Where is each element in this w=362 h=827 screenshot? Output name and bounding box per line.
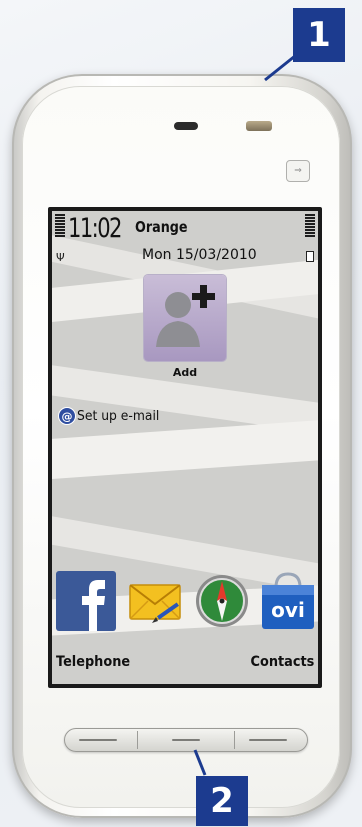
ovi-store-text: ovi (271, 598, 305, 622)
setup-email-shortcut[interactable]: @ Set up e-mail (58, 406, 164, 426)
envelope-icon[interactable] (126, 571, 186, 631)
call-key[interactable] (65, 729, 137, 751)
clock[interactable]: 11:02 (68, 213, 122, 244)
end-call-key[interactable] (235, 729, 307, 751)
setup-email-label: Set up e-mail (77, 408, 160, 424)
hardware-keys (64, 728, 308, 752)
menu-key[interactable] (138, 729, 234, 751)
antenna-icon: Ψ (56, 251, 65, 264)
signal-strength-icon (55, 214, 65, 238)
facebook-icon[interactable] (56, 571, 116, 631)
battery-icon (306, 251, 314, 262)
contacts-softkey[interactable]: Contacts (250, 654, 314, 670)
compass-icon[interactable] (192, 571, 252, 631)
status-bar: Ψ 11:02 Orange Mon 15/03/2010 (52, 211, 318, 271)
telephone-softkey[interactable]: Telephone (56, 654, 130, 670)
home-screen: Ψ 11:02 Orange Mon 15/03/2010 Add @ Set … (52, 211, 318, 684)
add-contact-label: Add (172, 366, 198, 379)
email-at-icon: @ (58, 407, 76, 425)
operator-name: Orange (135, 218, 188, 236)
earpiece (174, 122, 198, 130)
ovi-store-icon[interactable]: ovi (258, 571, 318, 631)
media-key-icon[interactable]: ⇒ (286, 160, 310, 182)
battery-level-icon (305, 214, 315, 238)
proximity-sensor (246, 121, 272, 131)
add-contact-shortcut[interactable]: Add (144, 275, 226, 379)
add-contact-icon (144, 275, 226, 361)
callout-1: 1 (293, 8, 345, 62)
app-shortcut-bar: ovi (52, 571, 318, 635)
wallpaper-stripe (52, 417, 318, 481)
callout-2: 2 (196, 776, 248, 826)
date[interactable]: Mon 15/03/2010 (142, 247, 257, 263)
